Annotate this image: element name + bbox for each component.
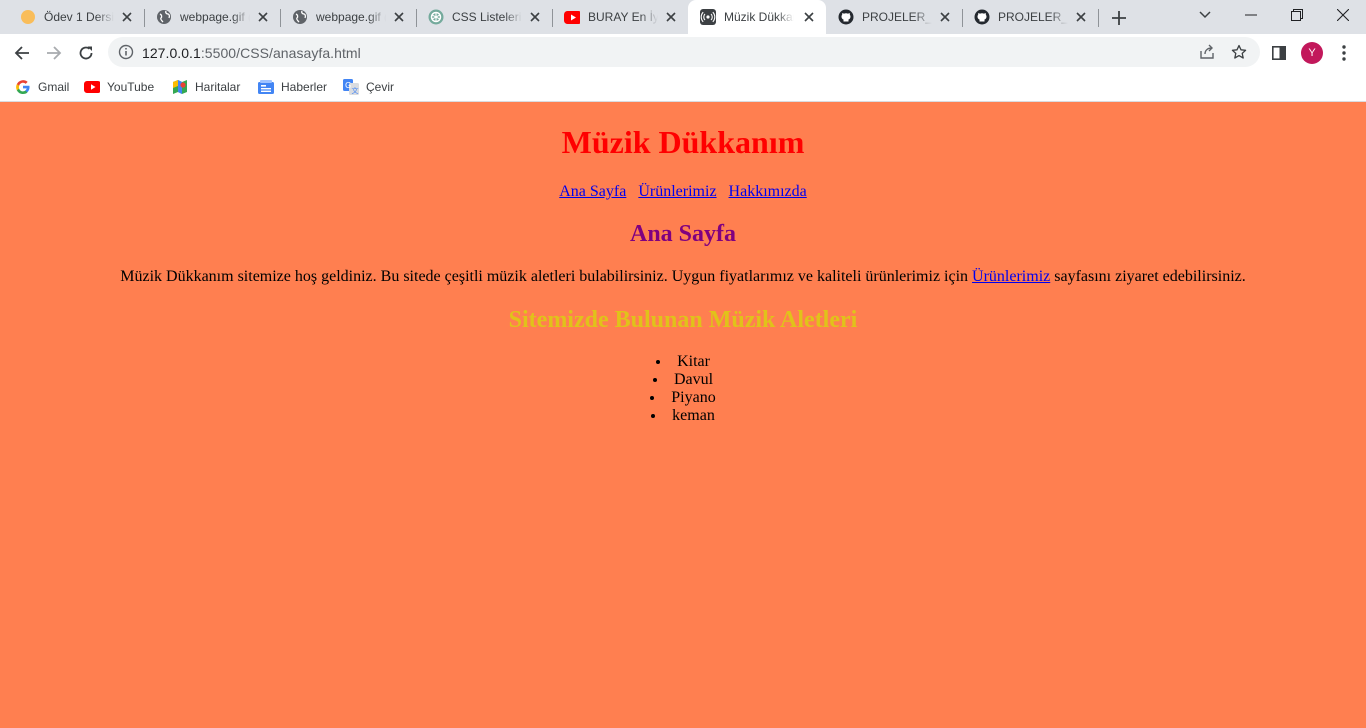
- address-bar[interactable]: 127.0.0.1:5500/CSS/anasayfa.html: [108, 37, 1260, 67]
- intro-text-end: sayfasını ziyaret edebilirsiniz.: [1050, 268, 1246, 285]
- restore-button[interactable]: [1274, 0, 1320, 30]
- tab-title: webpage.gif (: [180, 10, 250, 24]
- share-icon[interactable]: [1199, 44, 1215, 60]
- tab-title: PROJELER_SA: [862, 10, 932, 24]
- tab-title: webpage.gif (: [316, 10, 386, 24]
- side-panel-button[interactable]: [1265, 39, 1293, 67]
- bookmark-youtube[interactable]: YouTube: [84, 76, 154, 98]
- tab-title: Ödev 1 Dersi: [44, 10, 114, 24]
- bookmark-maps[interactable]: Haritalar: [172, 76, 240, 98]
- chevron-down-icon: [1199, 11, 1211, 19]
- window-close-button[interactable]: [1320, 0, 1366, 30]
- site-nav: Ana Sayfa Ürünlerimiz Hakkımızda: [0, 183, 1366, 201]
- browser-tab[interactable]: CSS Listeleri Ö: [416, 0, 552, 34]
- browser-tab[interactable]: PROJELER_SA: [826, 0, 962, 34]
- google-icon: [15, 79, 31, 95]
- new-tab-button[interactable]: [1108, 7, 1130, 29]
- close-icon[interactable]: [120, 10, 134, 24]
- menu-button[interactable]: [1330, 39, 1358, 67]
- orange-circle-icon: [20, 9, 36, 25]
- svg-text:G: G: [345, 81, 351, 90]
- chatgpt-icon: [428, 9, 444, 25]
- tab-title: CSS Listeleri Ö: [452, 10, 522, 24]
- back-button[interactable]: [8, 39, 36, 67]
- close-icon[interactable]: [938, 10, 952, 24]
- arrow-right-icon: [47, 46, 62, 60]
- nav-link-about[interactable]: Hakkımızda: [729, 183, 807, 200]
- broadcast-icon: [700, 9, 716, 25]
- bookmark-label: Gmail: [38, 80, 70, 94]
- browser-tab[interactable]: webpage.gif (: [280, 0, 416, 34]
- reload-icon: [79, 46, 93, 60]
- intro-products-link[interactable]: Ürünlerimiz: [972, 268, 1050, 285]
- list-item: keman: [0, 407, 1366, 425]
- forward-button[interactable]: [40, 39, 68, 67]
- bookmark-label: Haritalar: [195, 80, 241, 94]
- tab-title: BURAY En İyi: [588, 10, 658, 24]
- browser-toolbar: 127.0.0.1:5500/CSS/anasayfa.html Y: [0, 34, 1366, 71]
- minimize-icon: [1245, 14, 1257, 16]
- url-text: 127.0.0.1:5500/CSS/anasayfa.html: [142, 45, 361, 61]
- translate-icon: G文: [343, 79, 359, 95]
- page-title: Müzik Dükkanım: [561, 124, 805, 160]
- close-icon[interactable]: [256, 10, 270, 24]
- tab-strip: Ödev 1 Dersi webpage.gif ( webpage.gif (…: [0, 0, 1366, 34]
- close-icon[interactable]: [802, 10, 816, 24]
- github-icon: [838, 9, 854, 25]
- globe-icon: [156, 9, 172, 25]
- browser-tab-active[interactable]: Müzik Dükkanım: [688, 0, 826, 34]
- close-icon[interactable]: [664, 10, 678, 24]
- github-icon: [974, 9, 990, 25]
- reload-button[interactable]: [72, 39, 100, 67]
- list-item: Kitar: [0, 353, 1366, 371]
- close-icon[interactable]: [528, 10, 542, 24]
- close-icon: [1337, 9, 1349, 21]
- nav-link-products[interactable]: Ürünlerimiz: [638, 183, 716, 200]
- bookmark-gmail[interactable]: Gmail: [15, 76, 69, 98]
- close-icon[interactable]: [392, 10, 406, 24]
- maps-icon: [172, 79, 188, 95]
- restore-icon: [1291, 9, 1303, 21]
- tab-title: Müzik Dükkanım: [724, 10, 794, 24]
- list-item: Piyano: [0, 389, 1366, 407]
- instrument-list: Kitar Davul Piyano keman: [0, 353, 1366, 425]
- tab-search-button[interactable]: [1182, 0, 1228, 30]
- star-icon[interactable]: [1231, 44, 1247, 60]
- globe-icon: [292, 9, 308, 25]
- profile-avatar[interactable]: Y: [1301, 42, 1323, 64]
- news-icon: [258, 79, 274, 95]
- close-icon[interactable]: [1074, 10, 1088, 24]
- bookmark-label: Haberler: [281, 80, 328, 94]
- bookmark-news[interactable]: Haberler: [258, 76, 327, 98]
- bookmark-label: YouTube: [107, 80, 155, 94]
- arrow-left-icon: [14, 46, 29, 60]
- section-heading-instruments: Sitemizde Bulunan Müzik Aletleri: [508, 307, 858, 333]
- url-path: :5500/CSS/anasayfa.html: [200, 45, 361, 61]
- minimize-button[interactable]: [1228, 0, 1274, 30]
- section-heading-home: Ana Sayfa: [629, 221, 737, 247]
- tab-title: PROJELER_SA: [998, 10, 1068, 24]
- intro-text: Müzik Dükkanım sitemize hoş geldiniz. Bu…: [120, 268, 973, 285]
- page-content: Müzik Dükkanım Ana Sayfa Ürünlerimiz Hak…: [0, 102, 1366, 728]
- tab-divider: [1098, 9, 1099, 27]
- youtube-icon: [84, 79, 100, 95]
- browser-tab[interactable]: BURAY En İyi: [552, 0, 688, 34]
- youtube-icon: [564, 9, 580, 25]
- bookmarks-bar: Gmail YouTube Haritalar Haberler G文 Çevi…: [0, 71, 1366, 102]
- url-host: 127.0.0.1: [142, 45, 201, 61]
- plus-icon: [1112, 11, 1126, 25]
- browser-tab[interactable]: webpage.gif (: [144, 0, 280, 34]
- bookmark-translate[interactable]: G文 Çevir: [343, 76, 394, 98]
- svg-text:文: 文: [352, 86, 359, 95]
- kebab-menu-icon: [1342, 45, 1346, 61]
- browser-tab[interactable]: Ödev 1 Dersi: [8, 0, 144, 34]
- browser-tab[interactable]: PROJELER_SA: [962, 0, 1098, 34]
- side-panel-icon: [1272, 46, 1286, 60]
- list-item: Davul: [0, 371, 1366, 389]
- info-icon[interactable]: [118, 44, 134, 60]
- bookmark-label: Çevir: [366, 80, 395, 94]
- nav-link-home[interactable]: Ana Sayfa: [559, 183, 626, 200]
- intro-paragraph: Müzik Dükkanım sitemize hoş geldiniz. Bu…: [0, 268, 1366, 286]
